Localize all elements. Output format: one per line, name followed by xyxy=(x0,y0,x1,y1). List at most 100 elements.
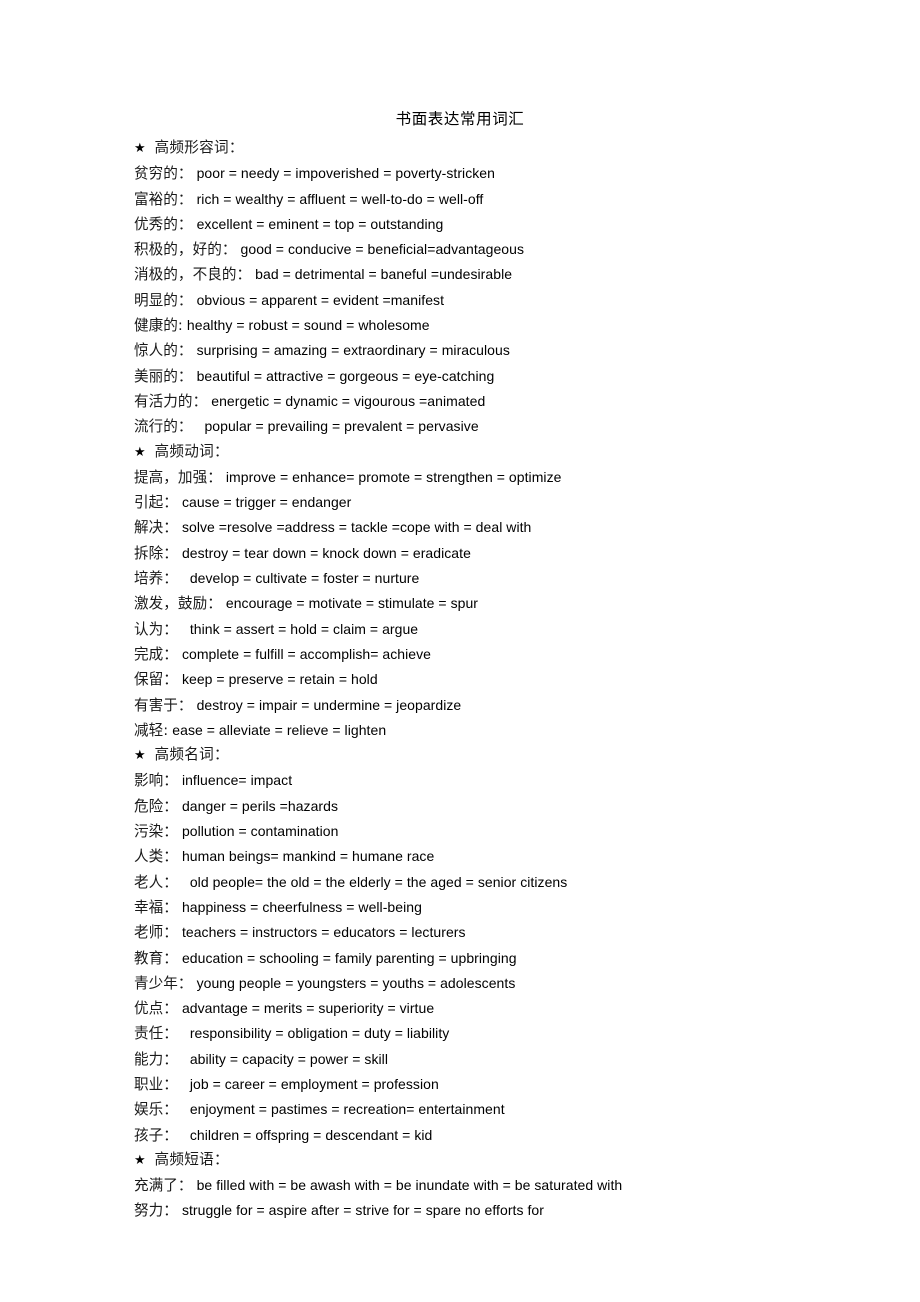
vocabulary-entry: 危险： danger = perils =hazards xyxy=(134,794,894,819)
entry-synonyms: keep = preserve = retain = hold xyxy=(181,671,378,688)
vocabulary-entry: 人类： human beings= mankind = humane race xyxy=(134,844,894,869)
entry-synonyms: popular = prevailing = prevalent = perva… xyxy=(196,418,479,435)
entry-synonyms: enjoyment = pastimes = recreation= enter… xyxy=(181,1101,505,1118)
entry-term: 危险： xyxy=(134,797,178,815)
entry-synonyms: cause = trigger = endanger xyxy=(181,494,352,511)
entry-term: 积极的，好的： xyxy=(134,241,237,259)
vocabulary-entry: 拆除： destroy = tear down = knock down = e… xyxy=(134,541,894,566)
entry-synonyms: destroy = impair = undermine = jeopardiz… xyxy=(196,696,462,713)
entry-synonyms: think = assert = hold = claim = argue xyxy=(181,620,419,637)
vocabulary-entry: 消极的，不良的： bad = detrimental = baneful =un… xyxy=(134,262,894,287)
entry-synonyms: destroy = tear down = knock down = eradi… xyxy=(181,544,471,561)
entry-synonyms: rich = wealthy = affluent = well-to-do =… xyxy=(196,190,484,207)
entry-term: 娱乐： xyxy=(134,1101,178,1119)
entry-synonyms: ease = alleviate = relieve = lighten xyxy=(172,721,387,738)
entry-term: 贫穷的： xyxy=(134,165,193,183)
entry-term: 解决： xyxy=(134,519,178,537)
entry-synonyms: excellent = eminent = top = outstanding xyxy=(196,215,444,232)
entry-synonyms: advantage = merits = superiority = virtu… xyxy=(181,1000,435,1017)
entry-synonyms: surprising = amazing = extraordinary = m… xyxy=(196,342,510,359)
entry-term: 消极的，不良的： xyxy=(134,266,252,284)
entry-term: 美丽的： xyxy=(134,367,193,385)
vocabulary-entry: 优秀的： excellent = eminent = top = outstan… xyxy=(134,212,894,237)
vocabulary-entry: 积极的，好的： good = conducive = beneficial=ad… xyxy=(134,237,894,262)
entry-synonyms: pollution = contamination xyxy=(181,823,339,840)
entry-synonyms: children = offspring = descendant = kid xyxy=(181,1126,433,1143)
vocabulary-entry: 贫穷的： poor = needy = impoverished = pover… xyxy=(134,161,894,186)
vocabulary-entry: 娱乐： enjoyment = pastimes = recreation= e… xyxy=(134,1097,894,1122)
entry-term: 减轻: xyxy=(134,721,169,739)
entry-term: 明显的： xyxy=(134,291,193,309)
vocabulary-entry: 影响： influence= impact xyxy=(134,768,894,793)
entry-term: 青少年： xyxy=(134,974,193,992)
section-heading-label: 高频形容词： xyxy=(154,139,244,156)
page-title: 书面表达常用词汇 xyxy=(395,111,525,128)
entry-synonyms: old people= the old = the elderly = the … xyxy=(181,873,568,890)
entry-term: 健康的: xyxy=(134,317,183,335)
entry-synonyms: beautiful = attractive = gorgeous = eye-… xyxy=(196,367,495,384)
entry-synonyms: complete = fulfill = accomplish= achieve xyxy=(181,645,432,662)
vocabulary-entry: 努力： struggle for = aspire after = strive… xyxy=(134,1198,894,1223)
entry-term: 努力： xyxy=(134,1202,178,1220)
entry-term: 拆除： xyxy=(134,544,178,562)
vocabulary-entry: 孩子： children = offspring = descendant = … xyxy=(134,1123,894,1148)
vocabulary-entry: 完成： complete = fulfill = accomplish= ach… xyxy=(134,642,894,667)
entry-term: 能力： xyxy=(134,1050,178,1068)
entry-synonyms: good = conducive = beneficial=advantageo… xyxy=(240,241,525,258)
vocabulary-entry: 美丽的： beautiful = attractive = gorgeous =… xyxy=(134,364,894,389)
vocabulary-entry: 引起： cause = trigger = endanger xyxy=(134,490,894,515)
entry-synonyms: influence= impact xyxy=(181,772,293,789)
entry-term: 完成： xyxy=(134,645,178,663)
vocabulary-entry: 解决： solve =resolve =address = tackle =co… xyxy=(134,515,894,540)
section-heading-label: 高频短语： xyxy=(154,1150,229,1168)
entry-synonyms: young people = youngsters = youths = ado… xyxy=(196,974,516,991)
vocabulary-entry: 能力： ability = capacity = power = skill xyxy=(134,1047,894,1072)
entry-term: 提高，加强： xyxy=(134,468,222,486)
vocabulary-entry: 责任： responsibility = obligation = duty =… xyxy=(134,1021,894,1046)
vocabulary-entry: 保留： keep = preserve = retain = hold xyxy=(134,667,894,692)
entry-term: 保留： xyxy=(134,671,178,689)
entry-term: 老师： xyxy=(134,924,178,942)
entry-term: 富裕的： xyxy=(134,190,193,208)
entry-term: 孩子： xyxy=(134,1126,178,1144)
entry-synonyms: energetic = dynamic = vigourous =animate… xyxy=(211,392,486,409)
entry-synonyms: obvious = apparent = evident =manifest xyxy=(196,291,445,308)
vocabulary-entry: 提高，加强： improve = enhance= promote = stre… xyxy=(134,465,894,490)
vocabulary-entry: 老人： old people= the old = the elderly = … xyxy=(134,870,894,895)
vocabulary-entry: 青少年： young people = youngsters = youths … xyxy=(134,971,894,996)
vocabulary-entry: 污染： pollution = contamination xyxy=(134,819,894,844)
vocabulary-entry: 教育： education = schooling = family paren… xyxy=(134,946,894,971)
entry-term: 幸福： xyxy=(134,898,178,916)
section-heading: ★ 高频形容词： xyxy=(134,136,894,161)
vocabulary-entry: 充满了： be filled with = be awash with = be… xyxy=(134,1173,894,1198)
vocabulary-entry: 富裕的： rich = wealthy = affluent = well-to… xyxy=(134,187,894,212)
entry-synonyms: develop = cultivate = foster = nurture xyxy=(181,570,420,587)
section-heading: ★ 高频名词： xyxy=(134,743,894,768)
entry-synonyms: ability = capacity = power = skill xyxy=(181,1050,388,1067)
entry-synonyms: job = career = employment = profession xyxy=(181,1075,439,1092)
entry-term: 影响： xyxy=(134,772,178,790)
entry-term: 职业： xyxy=(134,1075,178,1093)
star-bullet-icon: ★ xyxy=(134,1152,146,1168)
entry-term: 老人： xyxy=(134,873,178,891)
entry-term: 惊人的： xyxy=(134,342,193,360)
vocabulary-entry: 惊人的： surprising = amazing = extraordinar… xyxy=(134,338,894,363)
vocabulary-entry: 有活力的： energetic = dynamic = vigourous =a… xyxy=(134,389,894,414)
vocabulary-entry: 老师： teachers = instructors = educators =… xyxy=(134,920,894,945)
entry-term: 培养： xyxy=(134,570,178,588)
star-bullet-icon: ★ xyxy=(134,444,146,460)
vocabulary-entry: 优点： advantage = merits = superiority = v… xyxy=(134,996,894,1021)
vocabulary-entry: 职业： job = career = employment = professi… xyxy=(134,1072,894,1097)
entry-term: 有活力的： xyxy=(134,392,208,410)
entry-term: 引起： xyxy=(134,494,178,512)
entry-term: 人类： xyxy=(134,848,178,866)
entry-term: 认为： xyxy=(134,620,178,638)
entry-synonyms: bad = detrimental = baneful =undesirable xyxy=(255,266,513,283)
entry-term: 激发，鼓励： xyxy=(134,595,222,613)
entry-synonyms: poor = needy = impoverished = poverty-st… xyxy=(196,165,495,182)
entry-synonyms: teachers = instructors = educators = lec… xyxy=(181,924,466,941)
section-heading-label: 高频名词： xyxy=(154,746,229,764)
entry-synonyms: healthy = robust = sound = wholesome xyxy=(186,317,430,334)
entry-synonyms: improve = enhance= promote = strengthen … xyxy=(225,468,562,485)
entry-synonyms: human beings= mankind = humane race xyxy=(181,848,435,865)
